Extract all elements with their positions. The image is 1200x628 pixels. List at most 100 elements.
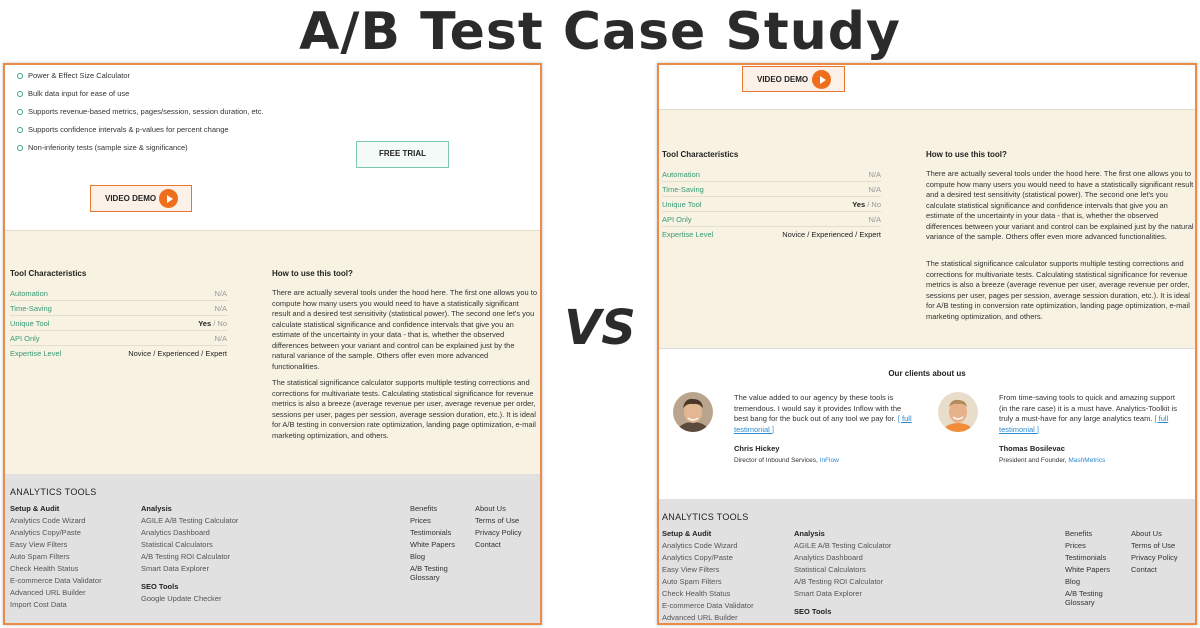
footer-link[interactable]: Analytics Code Wizard: [10, 515, 102, 527]
footer-link[interactable]: AGILE A/B Testing Calculator: [794, 540, 891, 552]
how-to-paragraph-1: There are actually several tools under t…: [926, 169, 1194, 241]
circle-bullet-icon: [17, 126, 23, 133]
footer-link[interactable]: A/B Testing Glossary: [410, 564, 455, 582]
footer-link[interactable]: Statistical Calculators: [141, 539, 238, 551]
footer-link[interactable]: Benefits: [1065, 528, 1110, 540]
how-to-paragraph-2: The statistical significance calculator …: [926, 259, 1190, 321]
circle-bullet-icon: [17, 72, 23, 79]
characteristic-row: Time-Saving N/A: [662, 183, 881, 197]
footer-link[interactable]: Analytics Dashboard: [794, 552, 891, 564]
free-trial-button[interactable]: FREE TRIAL: [356, 141, 449, 168]
client-role: Director of Inbound Services, InFlow: [734, 457, 839, 464]
characteristics-title: Tool Characteristics: [662, 150, 739, 159]
feature-item: Non-inferiority tests (sample size & sig…: [17, 143, 188, 152]
feature-item: Power & Effect Size Calculator: [17, 71, 130, 80]
footer-link[interactable]: Contact: [1131, 564, 1178, 576]
footer-link[interactable]: Statistical Calculators: [794, 564, 891, 576]
footer-link[interactable]: Privacy Policy: [475, 527, 522, 539]
variant-a-screenshot: Power & Effect Size Calculator Bulk data…: [3, 63, 542, 625]
footer-link[interactable]: Blog: [410, 551, 455, 563]
footer-column-title: Analysis: [141, 504, 172, 513]
footer-link[interactable]: AGILE A/B Testing Calculator: [141, 515, 238, 527]
divider: [659, 109, 1195, 110]
footer-link[interactable]: Advanced URL Builder: [10, 587, 102, 599]
footer-column-title: SEO Tools: [141, 582, 179, 591]
footer-link[interactable]: Privacy Policy: [1131, 552, 1178, 564]
testimonial-quote: From time-saving tools to quick and amaz…: [999, 393, 1177, 434]
footer-link[interactable]: Smart Data Explorer: [794, 588, 891, 600]
circle-bullet-icon: [17, 90, 23, 97]
footer-link[interactable]: White Papers: [1065, 564, 1110, 576]
vs-label: VS: [564, 300, 636, 356]
how-to-title: How to use this tool?: [272, 269, 353, 278]
characteristic-row: Expertise Level Novice / Experienced / Ex…: [10, 349, 227, 358]
how-to-paragraph-2: The statistical significance calculator …: [272, 378, 536, 440]
footer-link[interactable]: A/B Testing Glossary: [1065, 589, 1110, 607]
footer-link[interactable]: Import Cost Data: [10, 599, 102, 611]
how-to-title: How to use this tool?: [926, 150, 1007, 159]
characteristic-row: Time-Saving N/A: [10, 302, 227, 316]
footer-analysis-column: Analysis AGILE A/B Testing Calculator An…: [794, 528, 891, 618]
footer-link[interactable]: Advanced URL Builder: [662, 612, 754, 623]
footer-link[interactable]: Check Health Status: [662, 588, 754, 600]
footer-links-column-1: Benefits Prices Testimonials White Paper…: [410, 503, 455, 582]
footer-link[interactable]: A/B Testing ROI Calculator: [141, 551, 238, 563]
footer-column-title: Setup & Audit: [662, 529, 712, 538]
footer-link[interactable]: Contact: [475, 539, 522, 551]
footer-link[interactable]: Prices: [410, 515, 455, 527]
characteristics-title: Tool Characteristics: [10, 269, 87, 278]
footer-link[interactable]: Easy View Filters: [10, 539, 102, 551]
footer-link[interactable]: Terms of Use: [475, 515, 522, 527]
characteristic-row: Expertise Level Novice / Experienced / Ex…: [662, 230, 881, 239]
footer-link[interactable]: E-commerce Data Validator: [662, 600, 754, 612]
footer-link[interactable]: Smart Data Explorer: [141, 563, 238, 575]
footer-link[interactable]: Testimonials: [1065, 552, 1110, 564]
how-to-paragraph-1: There are actually several tools under t…: [272, 288, 538, 371]
feature-item: Bulk data input for ease of use: [17, 89, 129, 98]
footer-link[interactable]: Easy View Filters: [662, 564, 754, 576]
footer-link[interactable]: Check Health Status: [10, 563, 102, 575]
footer-column-title: SEO Tools: [794, 607, 832, 616]
footer-link[interactable]: About Us: [1131, 528, 1178, 540]
client-company-link[interactable]: InFlow: [820, 457, 839, 464]
client-company-link[interactable]: MashMetrics: [1068, 457, 1105, 464]
footer-link[interactable]: Auto Spam Filters: [10, 551, 102, 563]
footer-link[interactable]: Google Update Checker: [141, 593, 238, 605]
characteristic-row: Unique Tool Yes / No: [662, 198, 881, 212]
clients-title: Our clients about us: [888, 369, 966, 378]
footer-links-column-1: Benefits Prices Testimonials White Paper…: [1065, 528, 1110, 607]
footer-link[interactable]: Analytics Copy/Paste: [662, 552, 754, 564]
client-role: President and Founder, MashMetrics: [999, 457, 1106, 464]
footer-link[interactable]: E-commerce Data Validator: [10, 575, 102, 587]
video-demo-button[interactable]: VIDEO DEMO: [90, 185, 192, 212]
video-demo-label: VIDEO DEMO: [105, 194, 157, 203]
footer-link[interactable]: About Us: [475, 503, 522, 515]
video-demo-label: VIDEO DEMO: [757, 75, 809, 84]
testimonial-quote: The value added to our agency by these t…: [734, 393, 912, 434]
circle-bullet-icon: [17, 108, 23, 115]
footer-links-column-2: About Us Terms of Use Privacy Policy Con…: [475, 503, 522, 551]
footer-link[interactable]: Prices: [1065, 540, 1110, 552]
variant-b-screenshot: VIDEO DEMO Tool Characteristics Automati…: [657, 63, 1197, 625]
footer-link[interactable]: Benefits: [410, 503, 455, 515]
video-demo-button[interactable]: VIDEO DEMO: [742, 66, 845, 92]
characteristic-row: API Only N/A: [10, 332, 227, 346]
footer-links-column-2: About Us Terms of Use Privacy Policy Con…: [1131, 528, 1178, 576]
footer-column-title: Analysis: [794, 529, 825, 538]
footer-link[interactable]: Testimonials: [410, 527, 455, 539]
characteristic-row: API Only N/A: [662, 213, 881, 227]
footer-link[interactable]: Blog: [1065, 576, 1110, 588]
client-name: Chris Hickey: [734, 444, 780, 453]
footer-analysis-column: Analysis AGILE A/B Testing Calculator An…: [141, 503, 238, 605]
footer-link[interactable]: White Papers: [410, 539, 455, 551]
characteristic-row: Unique Tool Yes / No: [10, 317, 227, 331]
page-title: A/B Test Case Study: [299, 2, 901, 62]
footer-link[interactable]: Auto Spam Filters: [662, 576, 754, 588]
footer-link[interactable]: Analytics Dashboard: [141, 527, 238, 539]
footer-link[interactable]: Terms of Use: [1131, 540, 1178, 552]
footer-link[interactable]: A/B Testing ROI Calculator: [794, 576, 891, 588]
footer-link[interactable]: Analytics Code Wizard: [662, 540, 754, 552]
footer-link[interactable]: Analytics Copy/Paste: [10, 527, 102, 539]
thomas-bosilevac-avatar: [938, 392, 978, 432]
play-icon: [812, 70, 831, 89]
